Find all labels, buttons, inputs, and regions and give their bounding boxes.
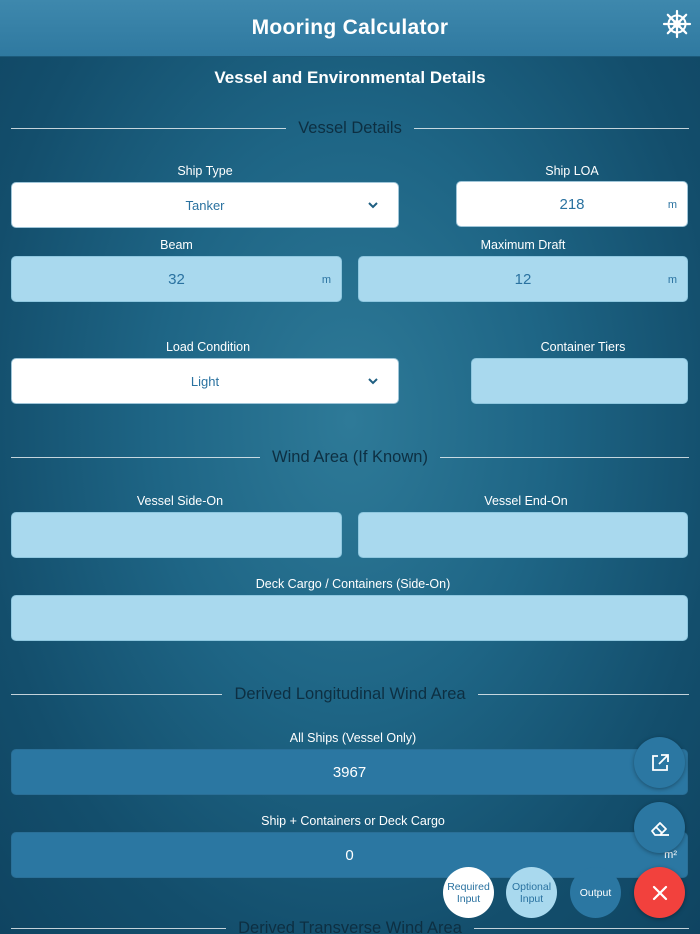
clear-button[interactable] [634, 802, 685, 853]
beam-unit: m [321, 274, 331, 286]
max-draft-unit: m [667, 274, 677, 286]
max-draft-label: Maximum Draft [480, 238, 566, 252]
section-vessel-details: Vessel Details [11, 118, 690, 138]
app-title: Mooring Calculator [251, 16, 449, 39]
ship-type-value: Tanker [185, 197, 225, 213]
share-icon [651, 753, 669, 771]
beam-input[interactable]: 32 m [11, 256, 342, 302]
ship-wheel-icon[interactable] [662, 9, 692, 39]
all-ships-output: 3967 [11, 749, 688, 795]
share-button[interactable] [634, 737, 685, 788]
container-tiers-label: Container Tiers [540, 340, 626, 354]
deck-cargo-input[interactable] [11, 595, 688, 641]
ship-loa-unit: m [667, 199, 677, 211]
output-legend: Output [570, 867, 621, 918]
load-condition-value: Light [190, 373, 220, 389]
ship-type-label: Ship Type [177, 164, 233, 178]
load-condition-label: Load Condition [165, 340, 251, 354]
page-subtitle: Vessel and Environmental Details [214, 68, 486, 87]
vessel-side-on-input[interactable] [11, 512, 342, 558]
vessel-side-on-label: Vessel Side-On [136, 494, 224, 508]
vessel-end-on-input[interactable] [358, 512, 688, 558]
chevron-down-icon [368, 202, 378, 209]
required-input-legend: Required Input [443, 867, 494, 918]
vessel-end-on-label: Vessel End-On [484, 494, 568, 508]
optional-input-legend: Optional Input [506, 867, 557, 918]
ship-loa-value: 218 [559, 195, 585, 213]
section-derived-longitudinal: Derived Longitudinal Wind Area [11, 684, 690, 704]
deck-cargo-label: Deck Cargo / Containers (Side-On) [255, 577, 451, 591]
eraser-icon [650, 821, 669, 836]
ship-type-select[interactable]: Tanker [11, 182, 399, 228]
beam-label: Beam [160, 238, 193, 252]
app-header: Mooring Calculator [0, 0, 700, 57]
section-wind-area: Wind Area (If Known) [11, 447, 689, 467]
chevron-down-icon [368, 378, 378, 385]
all-ships-label: All Ships (Vessel Only) [289, 731, 417, 745]
container-tiers-input[interactable] [471, 358, 688, 404]
close-icon [652, 885, 667, 900]
ship-containers-value: 0 [345, 846, 354, 864]
ship-containers-label: Ship + Containers or Deck Cargo [261, 814, 445, 828]
section-derived-transverse: Derived Transverse Wind Area [11, 918, 690, 934]
max-draft-input[interactable]: 12 m [358, 256, 688, 302]
all-ships-value: 3967 [332, 763, 367, 781]
load-condition-select[interactable]: Light [11, 358, 399, 404]
ship-loa-label: Ship LOA [545, 164, 599, 178]
close-button[interactable] [634, 867, 685, 918]
ship-loa-input[interactable]: 218 m [456, 181, 688, 227]
beam-value: 32 [168, 270, 185, 288]
max-draft-value: 12 [514, 270, 532, 288]
